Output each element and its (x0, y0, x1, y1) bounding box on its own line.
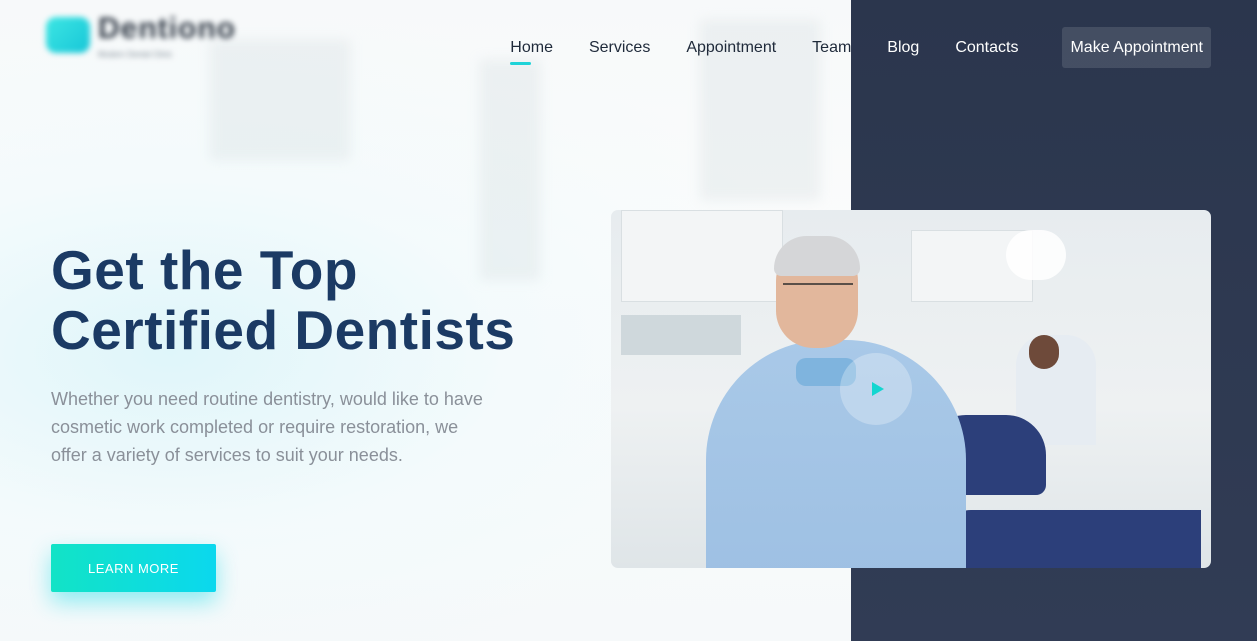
dental-chair-seat (941, 510, 1201, 568)
cabinet (621, 210, 783, 302)
wall-shelf (621, 315, 741, 355)
hero-title: Get the Top Certified Dentists (51, 240, 571, 360)
dentist-hair (774, 236, 860, 276)
dental-lamp (1006, 230, 1066, 280)
tooth-logo-icon (46, 17, 90, 53)
play-button[interactable] (840, 353, 912, 425)
nav-team[interactable]: Team (812, 39, 851, 57)
nav-contacts[interactable]: Contacts (955, 39, 1018, 57)
make-appointment-button[interactable]: Make Appointment (1062, 27, 1211, 68)
hero-description: Whether you need routine dentistry, woul… (51, 389, 483, 465)
site-logo[interactable]: Dentiono Modern Dental Clinic (46, 12, 251, 59)
nav-home[interactable]: Home (510, 39, 553, 65)
logo-tagline: Modern Dental Clinic (98, 49, 173, 59)
hero-title-line-2: Certified Dentists (51, 299, 516, 361)
nav-blog[interactable]: Blog (887, 39, 919, 57)
nav-services[interactable]: Services (589, 39, 650, 57)
assistant-head (1029, 335, 1059, 369)
play-icon (871, 382, 884, 396)
nav-appointment[interactable]: Appointment (686, 39, 776, 57)
hero-video[interactable] (611, 210, 1211, 568)
hero-title-line-1: Get the Top (51, 239, 358, 301)
dentist-glasses (783, 283, 853, 299)
main-navigation: Home Services Appointment Team Blog Cont… (480, 27, 1211, 68)
learn-more-button[interactable]: LEARN MORE (51, 544, 216, 592)
logo-text: Dentiono (98, 11, 236, 45)
